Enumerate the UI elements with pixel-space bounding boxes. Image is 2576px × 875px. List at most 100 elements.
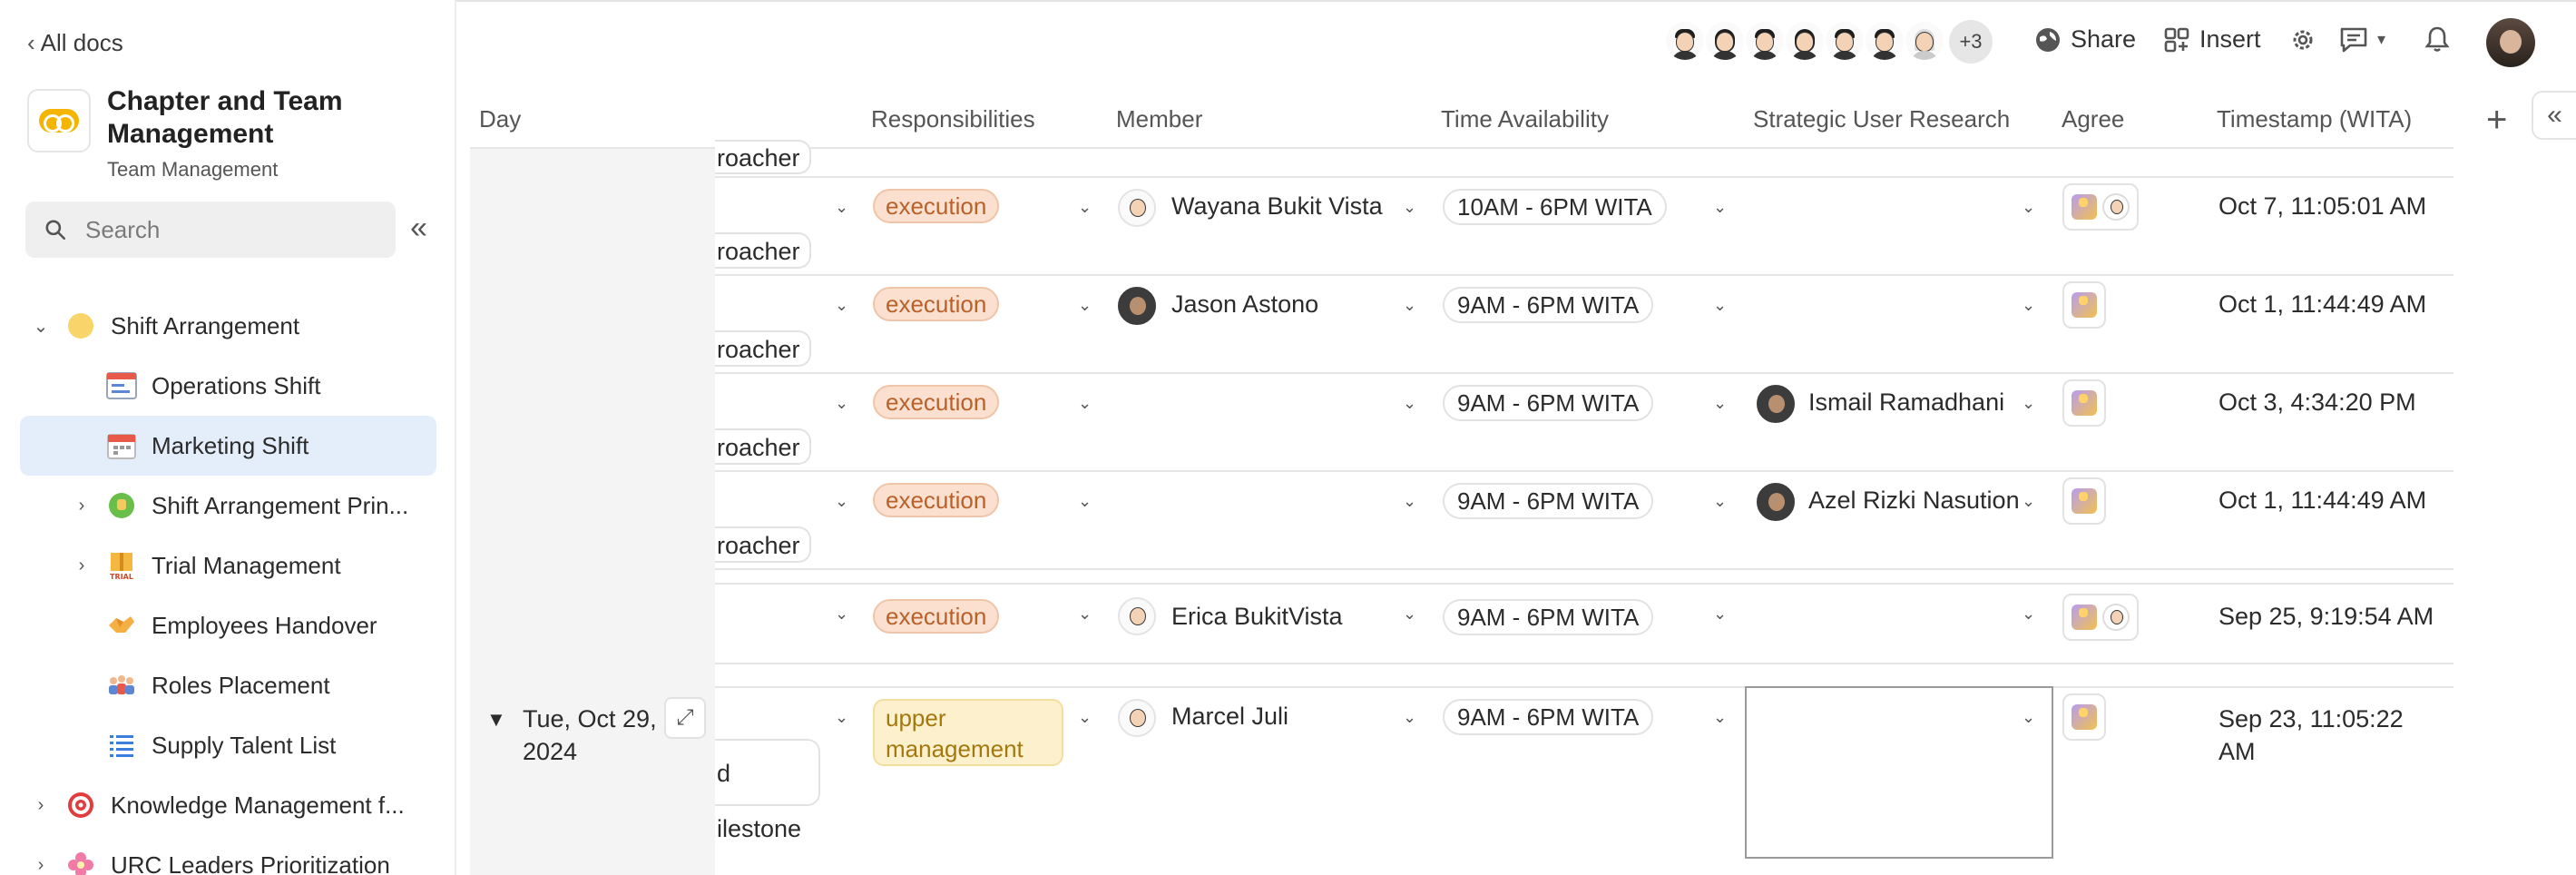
responsibility-tag[interactable]: execution (873, 189, 1000, 223)
collaborator-avatar[interactable] (1904, 20, 1945, 62)
member-name[interactable]: Jason Astono (1171, 290, 1318, 319)
chevron-down-icon[interactable]: ⌄ (1078, 605, 1092, 624)
chevron-down-icon[interactable]: ⌄ (1403, 198, 1416, 217)
column-header-strategic-user-research[interactable]: Strategic User Research (1753, 105, 2010, 133)
chevron-right-icon[interactable]: › (71, 496, 93, 516)
search-input[interactable]: Search (25, 202, 396, 258)
chevron-down-icon[interactable]: ⌄ (1078, 492, 1092, 511)
share-button[interactable]: Share (2034, 25, 2136, 54)
collaborator-avatars[interactable]: +3 (1664, 20, 1993, 64)
expand-panel-icon[interactable]: « (2532, 91, 2576, 140)
add-column-icon[interactable]: + (2486, 100, 2507, 141)
sidebar-item-roles-placement[interactable]: Roles Placement (0, 655, 456, 715)
all-docs-link[interactable]: ‹ All docs (27, 29, 123, 57)
table-row[interactable]: ⌄ execution ⌄ Wayana Bukit Vista ⌄ 10AM … (715, 178, 2454, 276)
responsibility-tag[interactable]: execution (873, 483, 1000, 517)
time-availability-tag[interactable]: 10AM - 6PM WITA (1443, 189, 1667, 225)
sidebar-item-supply-talent-list[interactable]: Supply Talent List (0, 715, 456, 775)
expand-row-icon[interactable]: ⤢ (664, 697, 706, 739)
agree-reactions[interactable] (2062, 477, 2106, 525)
table-row[interactable]: ⌄ execution ⌄ ⌄ 9AM - 6PM WITA ⌄ Ismail … (715, 374, 2454, 472)
column-header-responsibilities[interactable]: Responsibilities (871, 105, 1035, 133)
sidebar-item-shift-arrangement[interactable]: ⌄ Shift Arrangement (0, 296, 456, 356)
agree-reactions[interactable] (2062, 379, 2106, 427)
agree-reactions[interactable] (2062, 594, 2139, 641)
chevron-down-icon[interactable]: ⌄ (1403, 394, 1416, 413)
chevron-down-icon[interactable]: ⌄ (1713, 296, 1727, 315)
table-row[interactable]: ⌄ execution ⌄ Jason Astono ⌄ 9AM - 6PM W… (715, 276, 2454, 374)
chevron-down-icon[interactable]: ⌄ (2022, 296, 2035, 315)
sidebar-item-operations-shift[interactable]: Operations Shift (0, 356, 456, 416)
settings-button[interactable] (2288, 25, 2317, 54)
table-row[interactable]: ⌄ upper management ⌄ Marcel Juli ⌄ 9AM -… (715, 686, 2454, 875)
chevron-down-icon[interactable]: ⌄ (1078, 394, 1092, 413)
chevron-down-icon[interactable]: ⌄ (2022, 394, 2035, 413)
agree-reactions[interactable] (2062, 693, 2106, 741)
more-collaborators-badge[interactable]: +3 (1949, 20, 1993, 64)
collaborator-avatar[interactable] (1704, 20, 1746, 62)
agree-reactions[interactable] (2062, 183, 2139, 231)
time-availability-tag[interactable]: 9AM - 6PM WITA (1443, 385, 1654, 421)
chevron-down-icon[interactable]: ⌄ (1403, 296, 1416, 315)
collaborator-avatar[interactable] (1824, 20, 1866, 62)
table-row[interactable]: ⌄ execution ⌄ Erica BukitVista ⌄ 9AM - 6… (715, 583, 2454, 664)
notifications-button[interactable] (2424, 25, 2450, 53)
chevron-down-icon[interactable]: ⌄ (1078, 198, 1092, 217)
chevron-down-icon[interactable]: ⌄ (2022, 198, 2035, 217)
collaborator-avatar[interactable] (1744, 20, 1786, 62)
researcher-name[interactable]: Ismail Ramadhani (1808, 388, 2004, 417)
column-header-time-availability[interactable]: Time Availability (1441, 105, 1609, 133)
insert-button[interactable]: Insert (2163, 25, 2261, 54)
responsibility-tag[interactable]: upper management (873, 699, 1063, 766)
member-name[interactable]: Marcel Juli (1171, 703, 1288, 731)
chevron-down-icon[interactable]: ⌄ (835, 296, 848, 315)
comments-button[interactable]: ▾ (2339, 25, 2385, 53)
chevron-down-icon[interactable]: ⌄ (1403, 708, 1416, 727)
collaborator-avatar[interactable] (1664, 20, 1706, 62)
chevron-down-icon[interactable]: ⌄ (1713, 492, 1727, 511)
collaborator-avatar[interactable] (1784, 20, 1826, 62)
sidebar-item-knowledge-management[interactable]: › Knowledge Management f... (0, 775, 456, 835)
member-name[interactable]: Erica BukitVista (1171, 603, 1343, 631)
column-header-agree[interactable]: Agree (2062, 105, 2124, 133)
agree-reactions[interactable] (2062, 281, 2106, 329)
chevron-down-icon[interactable]: ⌄ (835, 394, 848, 413)
chevron-down-icon[interactable]: ⌄ (1713, 394, 1727, 413)
chevron-down-icon[interactable]: ⌄ (1078, 708, 1092, 727)
selected-cell[interactable] (1745, 686, 2053, 859)
sidebar-item-urc-leaders[interactable]: › URC Leaders Prioritization (0, 835, 456, 875)
column-header-day[interactable]: Day (470, 87, 715, 149)
user-avatar[interactable] (2486, 18, 2535, 67)
collapse-sidebar-icon[interactable]: « (410, 212, 427, 243)
researcher-name[interactable]: Azel Rizki Nasution (1808, 487, 2020, 515)
chevron-down-icon[interactable]: ⌄ (1713, 198, 1727, 217)
chevron-down-icon[interactable]: ⌄ (835, 492, 848, 511)
table-row[interactable]: ⌄ execution ⌄ ⌄ 9AM - 6PM WITA ⌄ Azel Ri… (715, 472, 2454, 570)
column-header-timestamp[interactable]: Timestamp (WITA) (2217, 105, 2412, 133)
chevron-down-icon[interactable]: ⌄ (1078, 296, 1092, 315)
chevron-down-icon[interactable]: ⌄ (2022, 492, 2035, 511)
sidebar-item-shift-arrangement-principles[interactable]: › Shift Arrangement Prin... (0, 476, 456, 536)
chevron-down-icon[interactable]: ⌄ (835, 198, 848, 217)
chevron-down-icon[interactable]: ⌄ (1713, 605, 1727, 624)
collapse-group-icon[interactable]: ▼ (486, 708, 506, 732)
time-availability-tag[interactable]: 9AM - 6PM WITA (1443, 287, 1654, 323)
chevron-down-icon[interactable]: ⌄ (30, 315, 52, 338)
chevron-down-icon[interactable]: ⌄ (835, 605, 848, 624)
chevron-down-icon[interactable]: ⌄ (1713, 708, 1727, 727)
collaborator-avatar[interactable] (1864, 20, 1905, 62)
member-name[interactable]: Wayana Bukit Vista (1171, 192, 1383, 221)
chevron-right-icon[interactable]: › (71, 555, 93, 576)
time-availability-tag[interactable]: 9AM - 6PM WITA (1443, 483, 1654, 519)
chevron-down-icon[interactable]: ⌄ (1403, 605, 1416, 624)
sidebar-item-marketing-shift[interactable]: Marketing Shift (20, 416, 436, 476)
sidebar-item-employees-handover[interactable]: Employees Handover (0, 595, 456, 655)
chevron-down-icon[interactable]: ⌄ (2022, 605, 2035, 624)
responsibility-tag[interactable]: execution (873, 599, 1000, 634)
responsibility-tag[interactable]: execution (873, 385, 1000, 419)
chevron-right-icon[interactable]: › (30, 795, 52, 816)
chevron-down-icon[interactable]: ⌄ (835, 708, 848, 727)
sidebar-item-trial-management[interactable]: › TRIAL Trial Management (0, 536, 456, 595)
chevron-down-icon[interactable]: ▾ (2377, 30, 2385, 49)
responsibility-tag[interactable]: execution (873, 287, 1000, 321)
